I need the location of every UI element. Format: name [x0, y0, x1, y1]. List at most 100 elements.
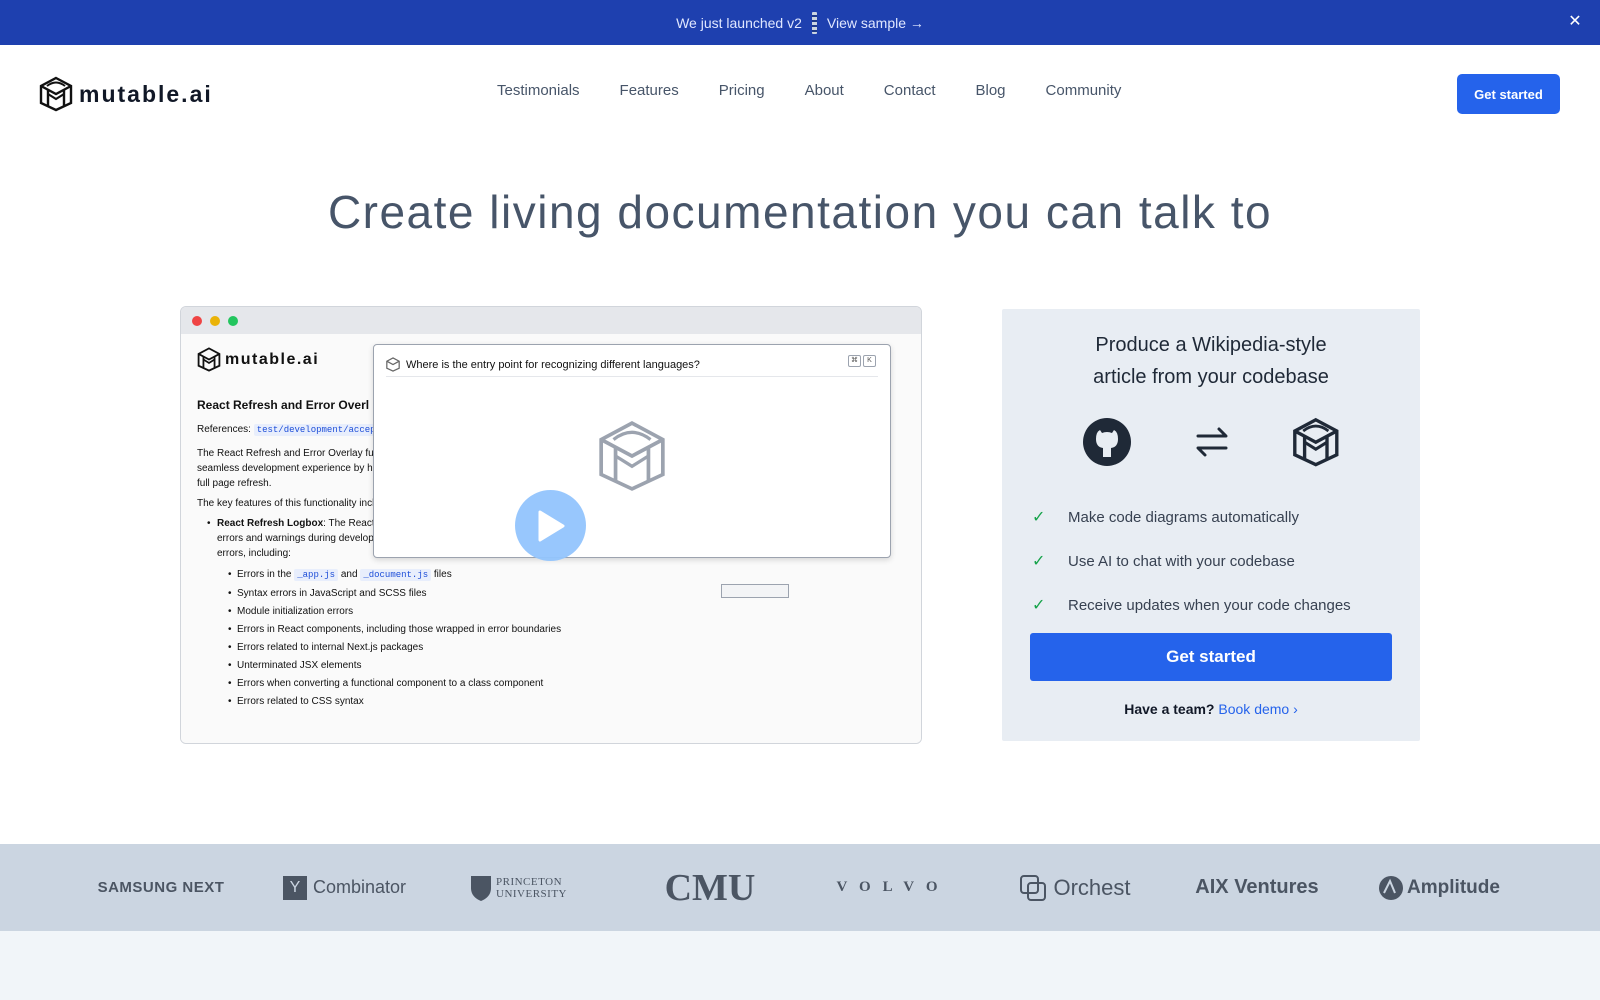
nav-link-contact[interactable]: Contact	[884, 82, 936, 99]
k-key: K	[863, 355, 876, 367]
card-title-line: article from your codebase	[1093, 366, 1329, 388]
logbox-text: errors and warnings during develop	[217, 533, 374, 544]
card-title: Produce a Wikipedia-style article from y…	[1002, 329, 1420, 393]
paragraph-line: The React Refresh and Error Overlay fu	[197, 448, 374, 459]
nav-links: Testimonials Features Pricing About Cont…	[497, 82, 1161, 99]
list-text: files	[433, 569, 452, 580]
loading-logo-icon	[599, 421, 665, 491]
list-item: Errors related to internal Next.js packa…	[228, 640, 757, 655]
mutable-logo-icon	[1293, 417, 1339, 467]
mutable-logo-icon	[386, 357, 400, 372]
logbox-text: errors, including:	[217, 548, 291, 559]
announcement-banner: We just launched v2 View sample → ✕	[0, 0, 1600, 45]
logbox-title: React Refresh Logbox	[217, 518, 324, 529]
brand-name: mutable.ai	[79, 80, 213, 107]
diagram-thumbnail	[721, 584, 789, 598]
integration-icons	[1083, 417, 1339, 467]
book-demo-link[interactable]: Book demo ›	[1218, 701, 1297, 717]
nav-link-testimonials[interactable]: Testimonials	[497, 82, 580, 99]
feature-item: ✓ Use AI to chat with your codebase	[1032, 539, 1351, 583]
references-label: References:	[197, 424, 251, 435]
page-footer-area	[0, 931, 1600, 1000]
combinator-text: Combinator	[312, 877, 407, 897]
nav-link-features[interactable]: Features	[620, 82, 679, 99]
command-key-icon: ⌘	[848, 355, 861, 367]
play-icon	[538, 510, 564, 541]
reference-link[interactable]: test/development/accept	[253, 424, 384, 436]
cmu-logo: CMU	[664, 866, 756, 909]
feature-text: Use AI to chat with your codebase	[1068, 552, 1295, 570]
code-ref: _app.js	[294, 569, 339, 581]
princeton-logo: PRINCETON UNIVERSITY	[468, 844, 588, 931]
aix-ventures-logo: AIX Ventures	[1195, 876, 1319, 898]
demo-brand-logo: mutable.ai	[197, 347, 319, 372]
window-maximize-dot	[228, 315, 238, 326]
banner-text: We just launched v2	[676, 14, 802, 31]
list-item: Unterminated JSX elements	[228, 658, 757, 673]
chat-question[interactable]: Where is the entry point for recognizing…	[406, 359, 700, 371]
feature-text: Receive updates when your code changes	[1068, 596, 1351, 614]
window-titlebar	[181, 307, 921, 334]
orchest-logo: Orchest	[1010, 844, 1140, 931]
amplitude-text: Amplitude	[1407, 876, 1500, 898]
volvo-logo: VOLVO	[836, 879, 950, 895]
demo-brand-name: mutable.ai	[225, 350, 320, 368]
play-video-button[interactable]	[515, 490, 586, 561]
banner-separator	[811, 11, 817, 34]
orchest-text: Orchest	[1053, 874, 1131, 900]
mutable-logo-icon	[197, 347, 221, 372]
ycombinator-logo: Y Combinator	[282, 844, 407, 931]
keyboard-shortcut: ⌘ K	[848, 355, 876, 367]
samsung-next-logo: SAMSUNG NEXT	[97, 879, 225, 896]
princeton-text: PRINCETON UNIVERSITY	[496, 875, 567, 900]
check-icon: ✓	[1032, 553, 1046, 570]
feature-text: Make code diagrams automatically	[1068, 508, 1299, 526]
signup-card: Produce a Wikipedia-style article from y…	[1002, 309, 1420, 741]
navbar: mutable.ai Testimonials Features Pricing…	[0, 45, 1600, 140]
list-item: Errors in React components, including th…	[228, 622, 757, 637]
sync-arrows-icon	[1196, 427, 1228, 457]
check-icon: ✓	[1032, 597, 1046, 614]
chat-popup[interactable]: Where is the entry point for recognizing…	[373, 344, 891, 558]
error-list: Errors in the _app.js and _document.js f…	[217, 567, 757, 709]
y-box-icon: Y	[282, 875, 307, 900]
orchest-icon	[1020, 874, 1047, 901]
hero-title: Create living documentation you can talk…	[327, 186, 1273, 238]
nav-link-pricing[interactable]: Pricing	[719, 82, 765, 99]
list-text: Errors in the	[237, 569, 292, 580]
close-icon[interactable]: ✕	[1564, 11, 1586, 33]
brand-logo[interactable]: mutable.ai	[39, 76, 213, 112]
window-close-dot	[192, 315, 202, 326]
list-item: Syntax errors in JavaScript and SCSS fil…	[228, 586, 757, 601]
logbox-text: : The React	[323, 518, 375, 529]
customer-logos: SAMSUNG NEXT Y Combinator PRINCETON UNIV…	[0, 844, 1600, 931]
card-get-started-button[interactable]: Get started	[1030, 633, 1392, 681]
list-item: Errors related to CSS syntax	[228, 694, 757, 709]
code-ref: _document.js	[360, 569, 432, 581]
view-sample-link[interactable]: View sample →	[827, 15, 924, 31]
card-title-line: Produce a Wikipedia-style	[1095, 334, 1327, 356]
nav-link-blog[interactable]: Blog	[976, 82, 1006, 99]
list-item: Module initialization errors	[228, 604, 757, 619]
amplitude-logo: Amplitude	[1374, 844, 1504, 931]
list-item: Errors when converting a functional comp…	[228, 676, 757, 691]
list-text: and	[340, 569, 358, 580]
nav-link-about[interactable]: About	[805, 82, 844, 99]
team-text: Have a team?	[1124, 701, 1215, 717]
check-icon: ✓	[1032, 509, 1046, 526]
mutable-logo-icon	[39, 76, 73, 112]
shield-icon	[471, 875, 491, 901]
feature-item: ✓ Receive updates when your code changes	[1032, 583, 1351, 627]
github-icon	[1083, 418, 1131, 466]
amplitude-icon	[1379, 875, 1404, 900]
get-started-button[interactable]: Get started	[1457, 74, 1560, 114]
nav-link-community[interactable]: Community	[1046, 82, 1122, 99]
window-minimize-dot	[210, 315, 220, 326]
paragraph-line: full page refresh.	[197, 478, 272, 489]
list-item: Errors in the _app.js and _document.js f…	[228, 567, 757, 583]
paragraph-line: seamless development experience by ha	[197, 463, 379, 474]
chat-input-row[interactable]: Where is the entry point for recognizing…	[386, 353, 878, 377]
team-prompt: Have a team? Book demo ›	[1002, 701, 1420, 717]
feature-checklist: ✓ Make code diagrams automatically ✓ Use A…	[1032, 495, 1351, 627]
feature-item: ✓ Make code diagrams automatically	[1032, 495, 1351, 539]
